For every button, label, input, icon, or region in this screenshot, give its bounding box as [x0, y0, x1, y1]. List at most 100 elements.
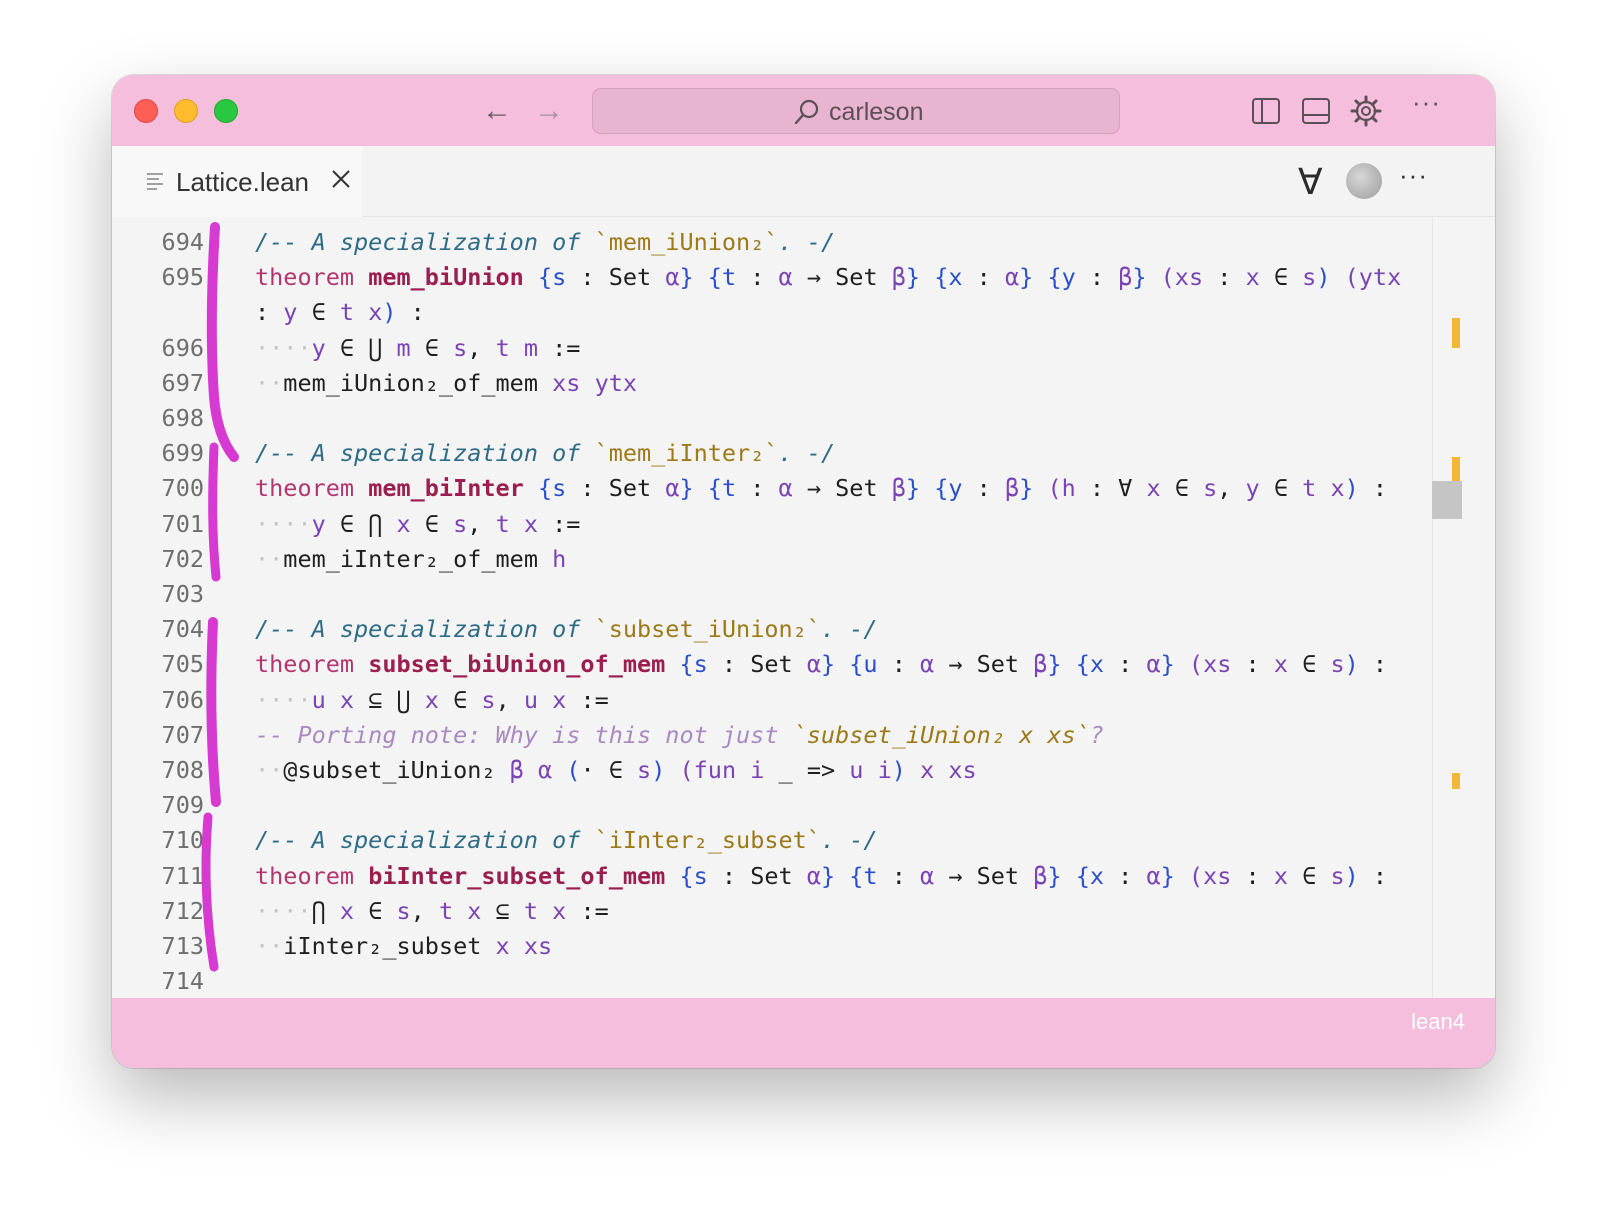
- code-token: {t: [707, 474, 737, 503]
- back-arrow-icon[interactable]: ←: [482, 93, 512, 129]
- code-token: β: [891, 263, 906, 292]
- maximize-window-button[interactable]: [214, 99, 238, 123]
- code-token: ∈: [1259, 263, 1303, 292]
- code-token: x: [1146, 474, 1161, 503]
- toggle-sidebar-icon[interactable]: [1250, 95, 1282, 127]
- lean-infoview-icon[interactable]: [1346, 163, 1382, 199]
- code-token: m: [396, 333, 411, 362]
- code-line[interactable]: 709: [112, 788, 1427, 823]
- code-token: y: [311, 333, 326, 362]
- line-number: 696: [161, 333, 204, 362]
- code-token: :: [1104, 650, 1147, 679]
- code-line[interactable]: 694 /-- A specialization of `mem_iUnion₂`…: [112, 225, 1427, 260]
- code-line[interactable]: 714: [112, 964, 1427, 998]
- tab-lattice-lean[interactable]: Lattice.lean: [112, 146, 362, 217]
- code-line[interactable]: 697 ··mem_iUnion₂_of_mem xs ytx: [112, 366, 1427, 401]
- line-number: 695: [161, 263, 204, 292]
- line-number: 705: [161, 650, 204, 679]
- language-mode[interactable]: lean4: [1411, 1008, 1465, 1036]
- code-token: ): [891, 756, 906, 784]
- code-line[interactable]: 700 theorem mem_biInter {s : Set α} {t : …: [112, 471, 1427, 506]
- line-code: ··@subset_iUnion₂ β α (· ∈ s) (fun i _ =…: [255, 753, 977, 788]
- code-token: β α: [509, 756, 553, 784]
- code-token: t x: [495, 509, 539, 538]
- code-token: :: [1231, 650, 1274, 679]
- command-center-search[interactable]: carleson: [592, 88, 1120, 134]
- line-number: 710: [161, 826, 204, 855]
- code-line[interactable]: 706 ····u x ⊆ ⋃ x ∈ s, u x :=: [112, 683, 1427, 718]
- code-token: y: [1245, 474, 1260, 503]
- title-bar: ← → carleson ···: [112, 75, 1495, 146]
- code-token: β: [1033, 861, 1048, 890]
- code-token: α: [778, 474, 793, 503]
- code-token: (: [566, 756, 581, 784]
- code-line[interactable]: 695 theorem mem_biUnion {s : Set α} {t : …: [112, 260, 1427, 295]
- code-token: :: [736, 263, 779, 292]
- line-number: 708: [161, 756, 204, 784]
- code-token: ): [651, 756, 666, 784]
- line-code: ··mem_iUnion₂_of_mem xs ytx: [255, 366, 637, 401]
- code-line[interactable]: 705 theorem subset_biUnion_of_mem {s : Se…: [112, 647, 1427, 682]
- code-token: }: [1132, 263, 1147, 292]
- code-token: :: [1358, 474, 1388, 503]
- line-code: ··mem_iInter₂_of_mem h: [255, 542, 566, 577]
- forall-icon[interactable]: ∀: [1298, 162, 1323, 202]
- code-line[interactable]: 708 ··@subset_iUnion₂ β α (· ∈ s) (fun i …: [112, 753, 1427, 788]
- code-token: subset_biUnion_of_mem: [368, 650, 666, 679]
- code-token: . -/: [778, 439, 836, 468]
- code-editor[interactable]: 694 /-- A specialization of `mem_iUnion₂`…: [112, 217, 1495, 998]
- editor-more-actions-icon[interactable]: ···: [1399, 160, 1428, 191]
- close-tab-icon[interactable]: [330, 168, 352, 190]
- code-token: :=: [566, 896, 609, 925]
- code-token: ,: [410, 896, 439, 925]
- close-window-button[interactable]: [134, 99, 158, 123]
- code-line[interactable]: 712 ····⋂ x ∈ s, t x ⊆ t x :=: [112, 894, 1427, 929]
- vertical-scrollbar[interactable]: [1432, 217, 1495, 998]
- code-line[interactable]: : y ∈ t x) :: [112, 295, 1427, 330]
- code-token: {s: [679, 861, 708, 890]
- code-line[interactable]: 703: [112, 577, 1427, 612]
- code-line[interactable]: 704 /-- A specialization of `subset_iUnio…: [112, 612, 1427, 647]
- code-token: :=: [538, 333, 581, 362]
- line-number: 699: [161, 439, 204, 468]
- toggle-panel-icon[interactable]: [1300, 95, 1332, 127]
- line-number: 701: [161, 509, 204, 538]
- code-token: :: [962, 474, 1005, 503]
- code-line[interactable]: 701 ····y ∈ ⋂ x ∈ s, t x :=: [112, 507, 1427, 542]
- code-line[interactable]: 710 /-- A specialization of `iInter₂_subs…: [112, 823, 1427, 858]
- code-line[interactable]: 698: [112, 401, 1427, 436]
- code-token: {x: [934, 263, 963, 292]
- line-code: ····⋂ x ∈ s, t x ⊆ t x :=: [255, 894, 609, 929]
- code-token: {x: [1075, 650, 1104, 679]
- code-token: theorem: [255, 650, 369, 679]
- code-token: : Set: [566, 263, 666, 292]
- code-line[interactable]: 707 -- Porting note: Why is this not just…: [112, 718, 1427, 753]
- code-line[interactable]: 702 ··mem_iInter₂_of_mem h: [112, 542, 1427, 577]
- code-token: mem_iUnion₂_of_mem: [283, 368, 553, 397]
- minimize-window-button[interactable]: [174, 99, 198, 123]
- line-code: ····y ∈ ⋃ m ∈ s, t m :=: [255, 331, 580, 366]
- code-line[interactable]: 696 ····y ∈ ⋃ m ∈ s, t m :=: [112, 331, 1427, 366]
- code-token: ··: [255, 932, 284, 960]
- code-token: : Set: [707, 861, 807, 890]
- code-line[interactable]: 713 ··iInter₂_subset x xs: [112, 929, 1427, 964]
- code-token: x: [424, 685, 439, 714]
- forward-arrow-icon[interactable]: →: [534, 93, 564, 129]
- line-code: theorem subset_biUnion_of_mem {s : Set α…: [255, 647, 1387, 682]
- more-actions-icon[interactable]: ···: [1412, 87, 1441, 118]
- code-line[interactable]: 711 theorem biInter_subset_of_mem {s : Se…: [112, 859, 1427, 894]
- code-token: /-- A specialization of: [255, 439, 595, 468]
- line-number: 704: [161, 615, 204, 644]
- code-token: (xs: [1188, 650, 1232, 679]
- scrollbar-thumb[interactable]: [1432, 481, 1462, 519]
- code-token: :: [1358, 861, 1388, 890]
- line-number: 694: [161, 228, 204, 256]
- line-number: 697: [161, 368, 204, 397]
- code-token: {y: [1047, 263, 1076, 292]
- code-token: : Set: [707, 650, 807, 679]
- settings-gear-icon[interactable]: [1350, 95, 1382, 127]
- code-token: u x: [311, 685, 355, 714]
- code-line[interactable]: 699 /-- A specialization of `mem_iInter₂`…: [112, 436, 1427, 471]
